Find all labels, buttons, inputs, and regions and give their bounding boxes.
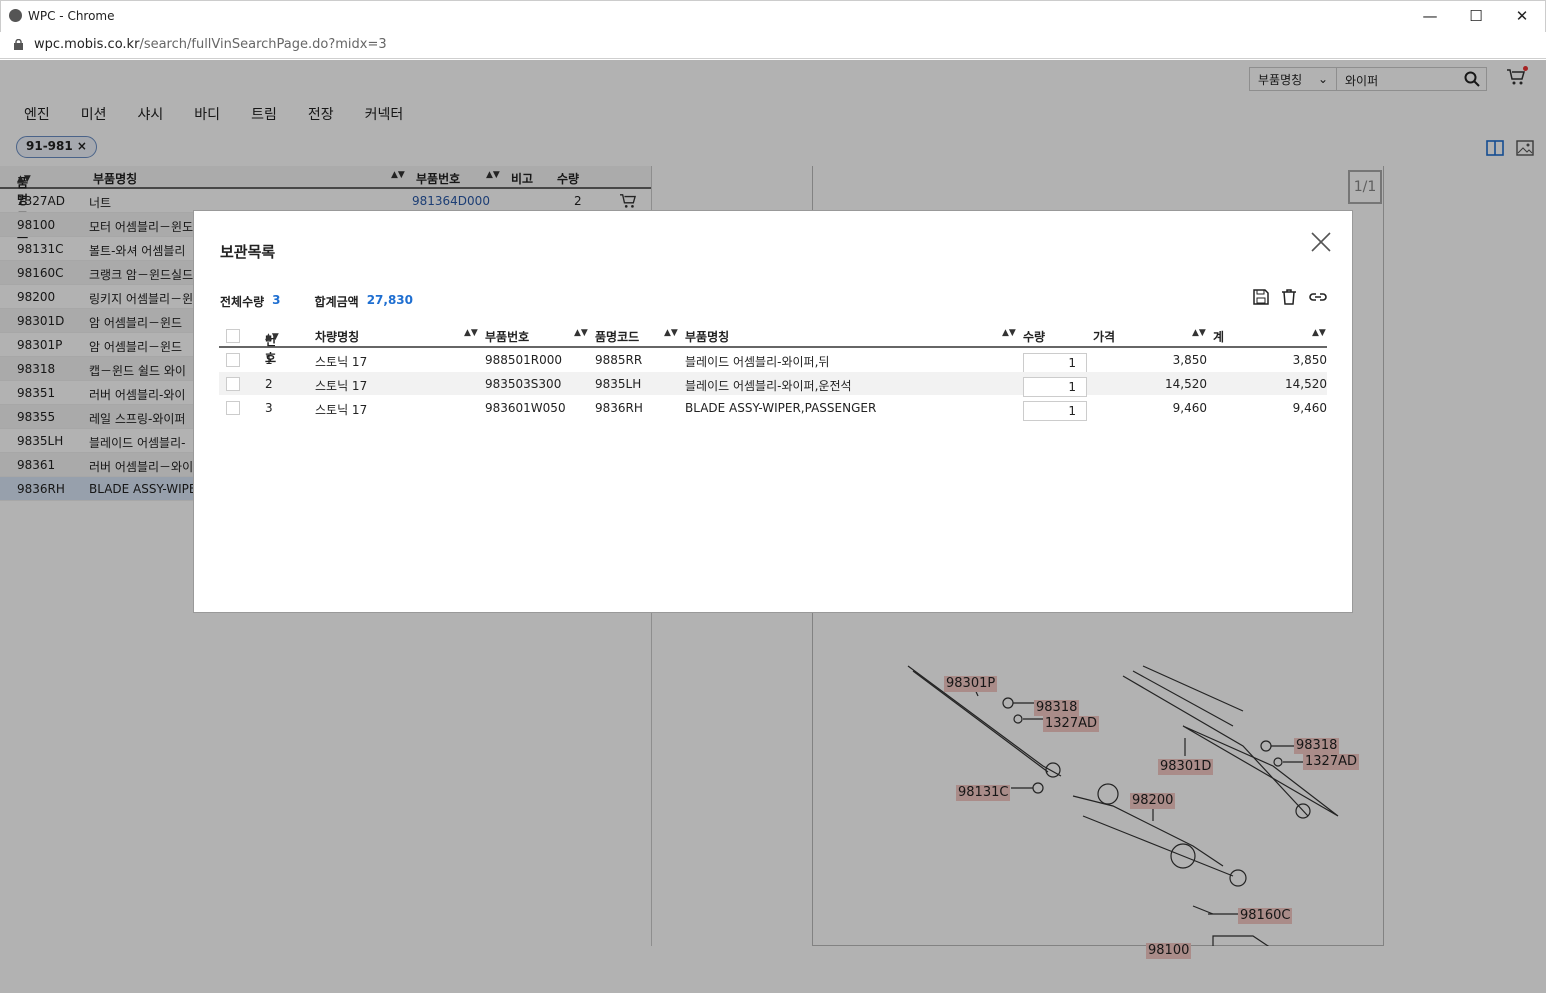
- row-sum: 3,850: [1292, 353, 1327, 367]
- table-row[interactable]: 1 스토닉 17 988501R000 9885RR 블레이드 어셈블리-와이퍼…: [219, 348, 1327, 373]
- sort-icon[interactable]: ▲▼: [464, 328, 478, 338]
- sort-icon[interactable]: ▲▼: [1002, 328, 1016, 338]
- row-price: 14,520: [1165, 377, 1207, 391]
- url-text: wpc.mobis.co.kr/search/fullVinSearchPage…: [34, 37, 387, 52]
- header-part-no[interactable]: 부품번호: [485, 328, 529, 345]
- sort-icon[interactable]: ▲▼: [1192, 328, 1206, 338]
- close-window-button[interactable]: ✕: [1500, 5, 1544, 27]
- select-all-checkbox[interactable]: [226, 329, 240, 343]
- address-bar[interactable]: wpc.mobis.co.kr/search/fullVinSearchPage…: [0, 32, 1546, 59]
- saved-table-body: 1 스토닉 17 988501R000 9885RR 블레이드 어셈블리-와이퍼…: [219, 348, 1327, 421]
- modal-title: 보관목록: [220, 243, 276, 261]
- browser-titlebar: WPC - Chrome — ☐ ✕: [0, 0, 1546, 32]
- row-sum: 9,460: [1292, 401, 1327, 415]
- row-checkbox[interactable]: [226, 377, 240, 391]
- row-vehicle: 스토닉 17: [315, 379, 368, 393]
- header-code[interactable]: 품명코드: [595, 328, 639, 345]
- modal-summary: 전체수량 3 합계금액 27,830: [220, 293, 439, 310]
- row-part-no: 988501R000: [485, 353, 563, 367]
- row-checkbox[interactable]: [226, 353, 240, 367]
- maximize-button[interactable]: ☐: [1454, 5, 1498, 27]
- header-qty[interactable]: 수량: [1023, 328, 1045, 345]
- quantity-input[interactable]: 1: [1023, 353, 1087, 373]
- minimize-button[interactable]: —: [1408, 5, 1452, 27]
- lock-icon: [14, 39, 23, 50]
- row-price: 9,460: [1172, 401, 1207, 415]
- row-code: 9835LH: [595, 377, 642, 391]
- row-name: 블레이드 어셈블리-와이퍼,운전석: [685, 379, 852, 393]
- row-no: 2: [265, 377, 273, 391]
- row-price: 3,850: [1172, 353, 1207, 367]
- sort-icon[interactable]: ▲▼: [574, 328, 588, 338]
- row-part-no: 983503S300: [485, 377, 562, 391]
- header-sum[interactable]: 계: [1213, 328, 1224, 345]
- row-part-no: 983601W050: [485, 401, 566, 415]
- header-vehicle[interactable]: 차량명칭: [315, 328, 359, 345]
- trash-icon[interactable]: [1281, 289, 1297, 305]
- row-vehicle: 스토닉 17: [315, 403, 368, 417]
- row-no: 3: [265, 401, 273, 415]
- row-name: 블레이드 어셈블리-와이퍼,뒤: [685, 355, 830, 369]
- saved-table-header: 번호 ▲▼ 차량명칭 ▲▼ 부품번호 ▲▼ 품명코드 ▲▼ 부품명칭 ▲▼ 수량…: [219, 324, 1327, 365]
- sort-icon[interactable]: ▲▼: [664, 328, 678, 338]
- table-row[interactable]: 2 스토닉 17 983503S300 9835LH 블레이드 어셈블리-와이퍼…: [219, 372, 1327, 397]
- window-title: WPC - Chrome: [28, 9, 115, 23]
- row-code: 9836RH: [595, 401, 643, 415]
- link-icon[interactable]: [1309, 289, 1327, 305]
- save-icon[interactable]: [1253, 289, 1269, 305]
- row-vehicle: 스토닉 17: [315, 355, 368, 369]
- row-code: 9885RR: [595, 353, 643, 367]
- sort-icon[interactable]: ▲▼: [1312, 328, 1326, 338]
- total-amount-label: 합계금액: [314, 295, 359, 309]
- header-name[interactable]: 부품명칭: [685, 328, 729, 345]
- total-amount-value: 27,830: [366, 293, 414, 307]
- row-checkbox[interactable]: [226, 401, 240, 415]
- quantity-input[interactable]: 1: [1023, 377, 1087, 397]
- saved-items-table: 번호 ▲▼ 차량명칭 ▲▼ 부품번호 ▲▼ 품명코드 ▲▼ 부품명칭 ▲▼ 수량…: [219, 324, 1327, 421]
- row-name: BLADE ASSY-WIPER,PASSENGER: [685, 401, 877, 415]
- total-qty-label: 전체수량: [220, 295, 265, 309]
- table-row[interactable]: 3 스토닉 17 983601W050 9836RH BLADE ASSY-WI…: [219, 396, 1327, 421]
- quantity-input[interactable]: 1: [1023, 401, 1087, 421]
- site-icon: [9, 9, 22, 22]
- close-icon[interactable]: [1310, 231, 1332, 253]
- row-sum: 14,520: [1285, 377, 1327, 391]
- modal-toolbar: [1253, 289, 1327, 305]
- header-price[interactable]: 가격: [1093, 328, 1115, 345]
- total-qty-value: 3: [272, 293, 281, 307]
- saved-list-modal: 보관목록 전체수량 3 합계금액 27,830 번호 ▲▼ 차량명칭 ▲▼ 부품…: [193, 210, 1353, 613]
- row-no: 1: [265, 353, 273, 367]
